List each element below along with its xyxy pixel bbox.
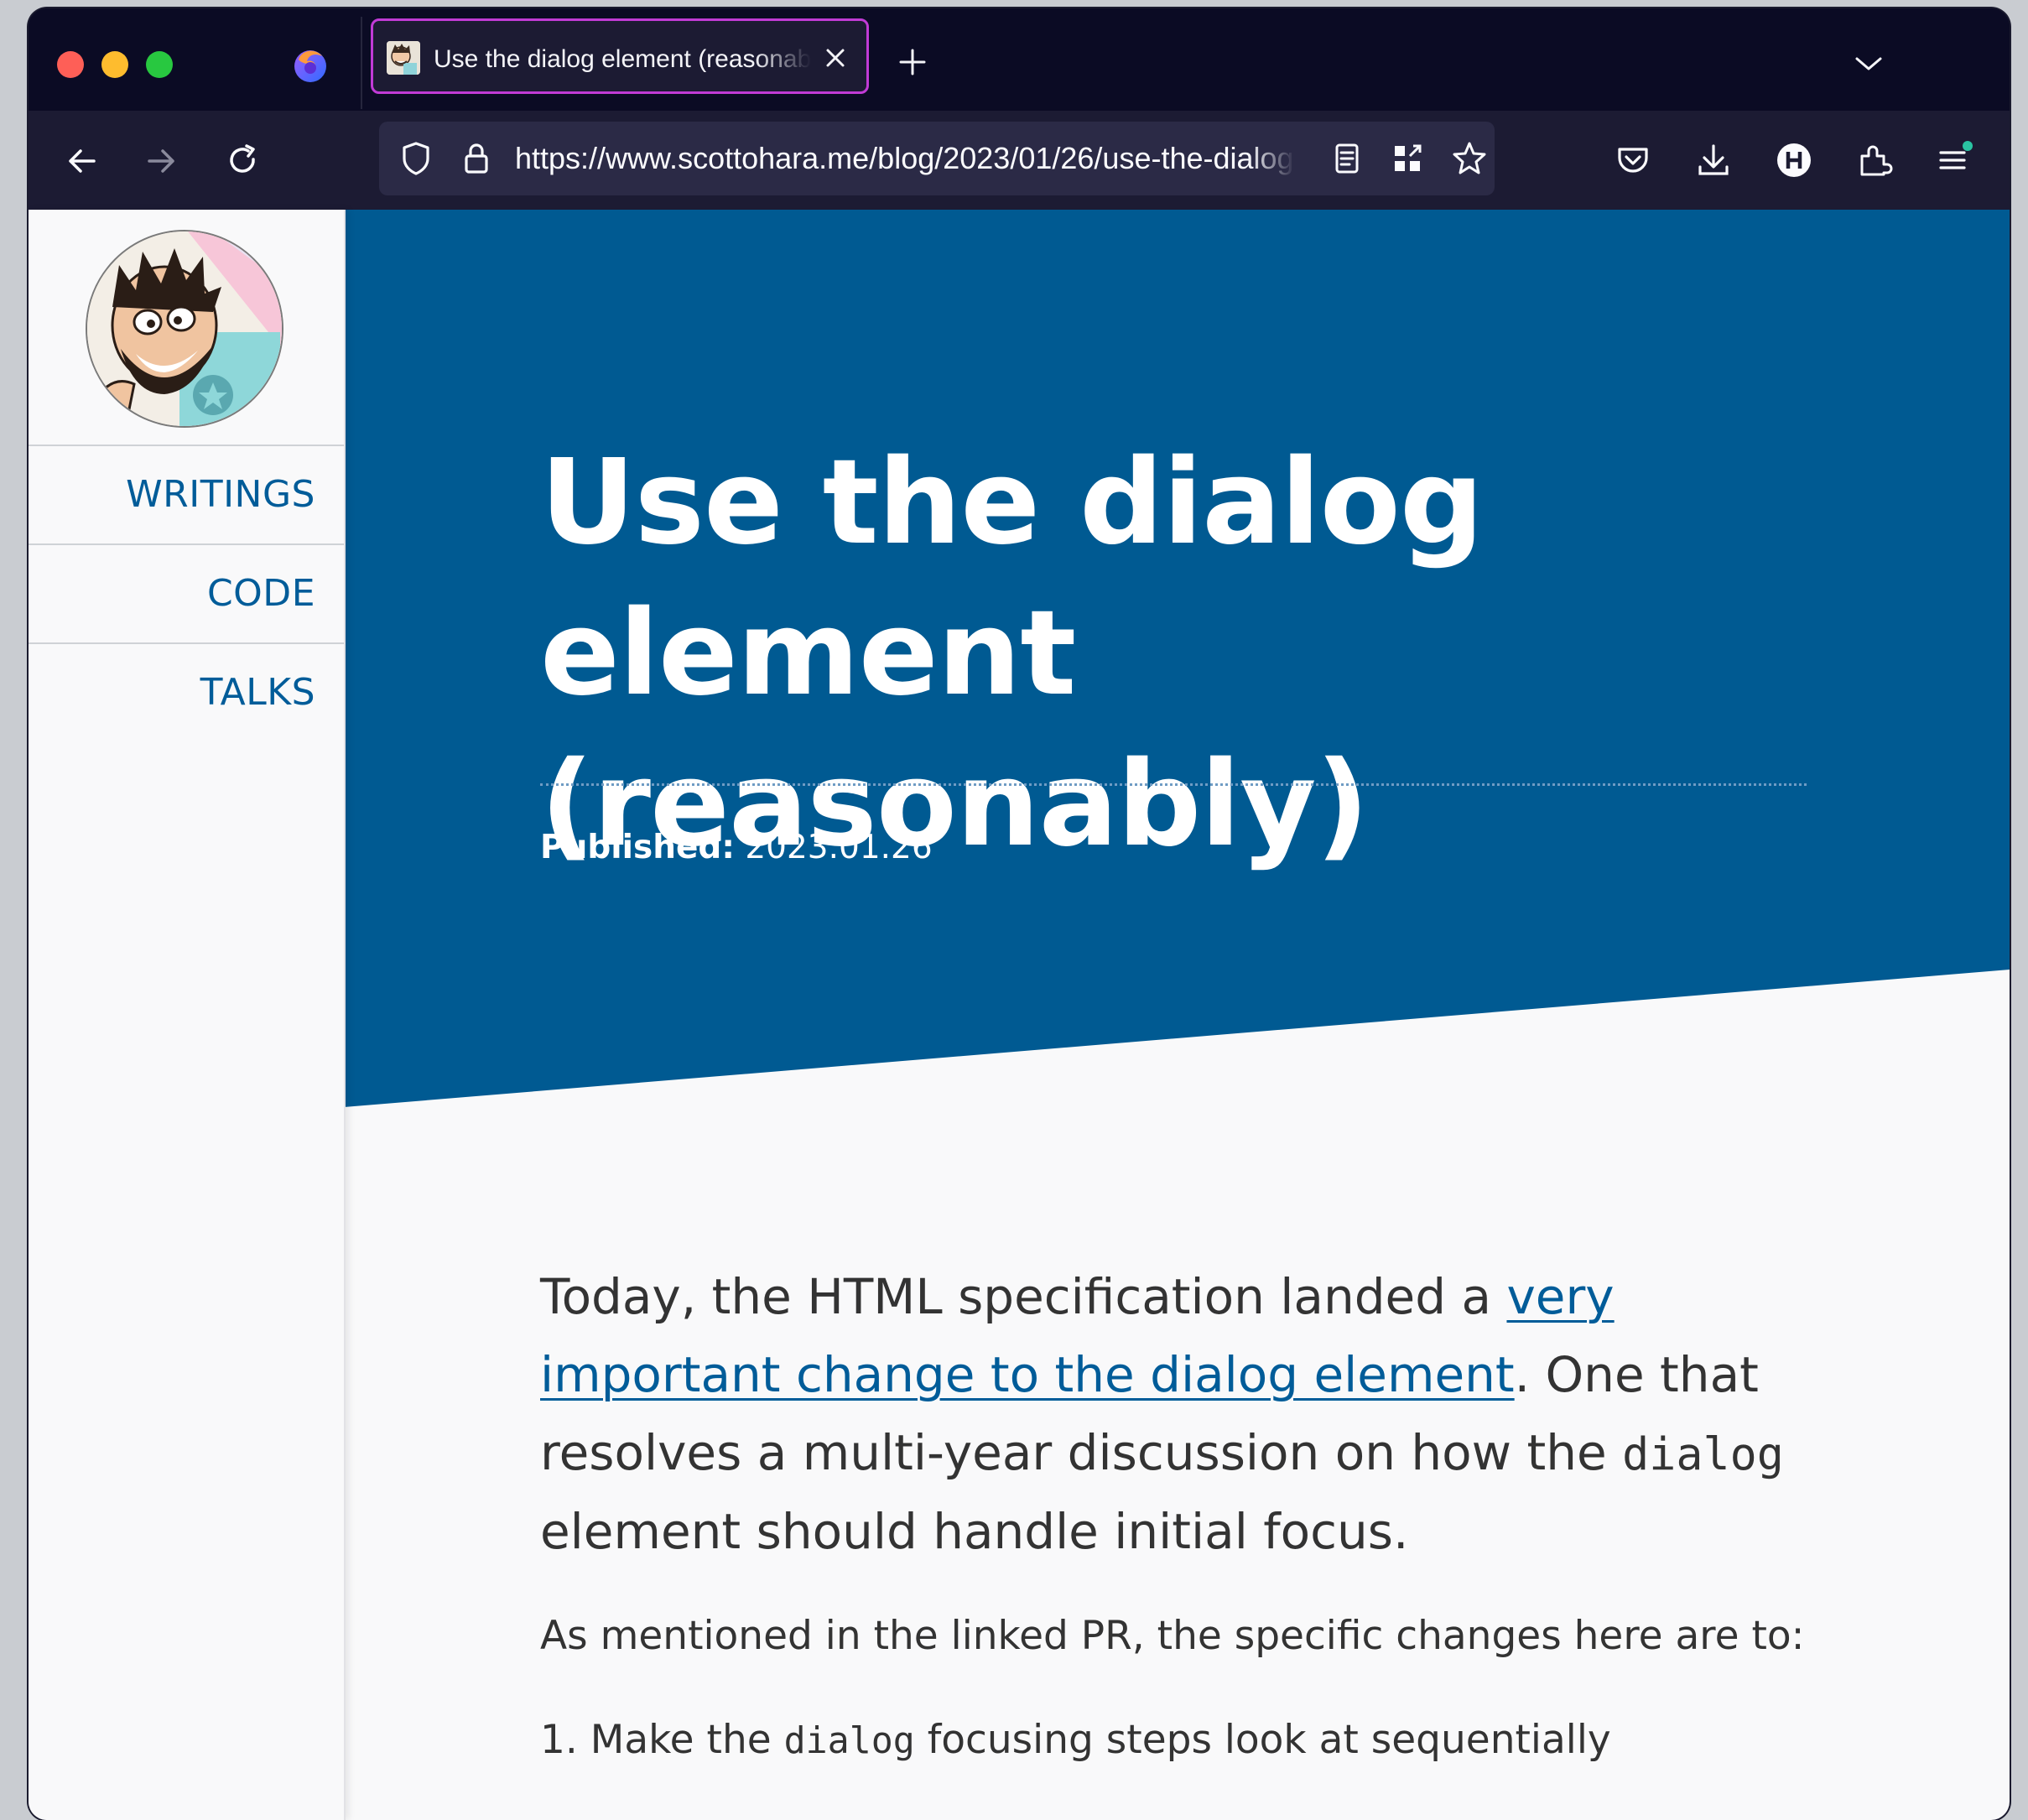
inline-code: dialog	[783, 1720, 915, 1762]
site-navigation: WRITINGS CODE TALKS	[29, 445, 344, 741]
new-tab-icon[interactable]	[896, 45, 929, 79]
firefox-view-icon[interactable]	[290, 44, 330, 85]
account-avatar-icon[interactable]	[1773, 139, 1815, 181]
navigation-toolbar: https://www.scottohara.me/blog/2023/01/2…	[29, 111, 2010, 210]
forward-icon[interactable]	[141, 141, 181, 181]
changes-list: 1. Make the dialog focusing steps look a…	[540, 1713, 1849, 1768]
page-content: WRITINGS CODE TALKS Use the dialog eleme…	[29, 210, 2010, 1820]
zoom-window-button[interactable]	[146, 51, 173, 78]
nav-link-code[interactable]: CODE	[29, 545, 344, 642]
article-body: Today, the HTML specification landed a v…	[540, 1258, 1849, 1768]
list-text: focusing steps look at sequentially	[914, 1717, 1611, 1763]
lead-text: Today, the HTML specification landed a	[540, 1268, 1507, 1325]
nav-item-talks: TALKS	[29, 642, 344, 741]
lead-paragraph: Today, the HTML specification landed a v…	[540, 1258, 1849, 1571]
url-bar[interactable]: https://www.scottohara.me/blog/2023/01/2…	[379, 122, 1495, 195]
list-number: 1.	[540, 1717, 578, 1763]
tab-active[interactable]: Use the dialog element (reasonably)	[371, 18, 869, 94]
list-text: Make the	[577, 1717, 784, 1763]
lead-text: element should handle initial focus.	[540, 1503, 1409, 1560]
article-title-line-1: Use the dialog	[540, 434, 1484, 571]
nav-item-writings: WRITINGS	[29, 445, 344, 543]
reload-icon[interactable]	[223, 141, 263, 181]
pocket-icon[interactable]	[1612, 139, 1654, 181]
published-value: 2023.01.26	[745, 829, 933, 866]
nav-link-writings[interactable]: WRITINGS	[29, 446, 344, 543]
browser-window: Use the dialog element (reasonably) http…	[29, 8, 2010, 1820]
inline-code: dialog	[1622, 1427, 1784, 1480]
tab-bar: Use the dialog element (reasonably)	[29, 8, 2010, 111]
author-avatar[interactable]	[86, 230, 283, 428]
body-paragraph: As mentioned in the linked PR, the speci…	[540, 1613, 1805, 1659]
nav-link-talks[interactable]: TALKS	[29, 644, 344, 741]
lock-icon[interactable]	[456, 138, 497, 179]
tab-title: Use the dialog element (reasonably)	[434, 45, 811, 73]
back-icon[interactable]	[62, 141, 102, 181]
published-date: Published: 2023.01.26	[540, 827, 933, 869]
article-title: Use the dialog element (reasonably)	[540, 428, 1840, 881]
close-window-button[interactable]	[57, 51, 84, 78]
extensions-icon[interactable]	[1854, 139, 1895, 181]
menu-icon[interactable]	[1932, 139, 1974, 181]
list-item: 1. Make the dialog focusing steps look a…	[540, 1713, 1849, 1768]
published-label: Published:	[540, 829, 735, 866]
bookmark-star-icon[interactable]	[1449, 138, 1490, 179]
tab-favicon	[387, 41, 420, 75]
minimize-window-button[interactable]	[101, 51, 128, 78]
url-text[interactable]: https://www.scottohara.me/blog/2023/01/2…	[515, 140, 1295, 177]
reader-view-icon[interactable]	[1327, 138, 1367, 179]
shield-icon[interactable]	[396, 138, 436, 179]
close-tab-icon[interactable]	[821, 44, 850, 72]
nav-item-code: CODE	[29, 543, 344, 642]
list-all-tabs-icon[interactable]	[1852, 52, 1885, 75]
tab-separator	[361, 17, 362, 109]
title-divider	[540, 783, 1807, 786]
downloads-icon[interactable]	[1693, 139, 1734, 181]
site-sidebar: WRITINGS CODE TALKS	[29, 210, 346, 1820]
qr-code-icon[interactable]	[1387, 138, 1427, 179]
